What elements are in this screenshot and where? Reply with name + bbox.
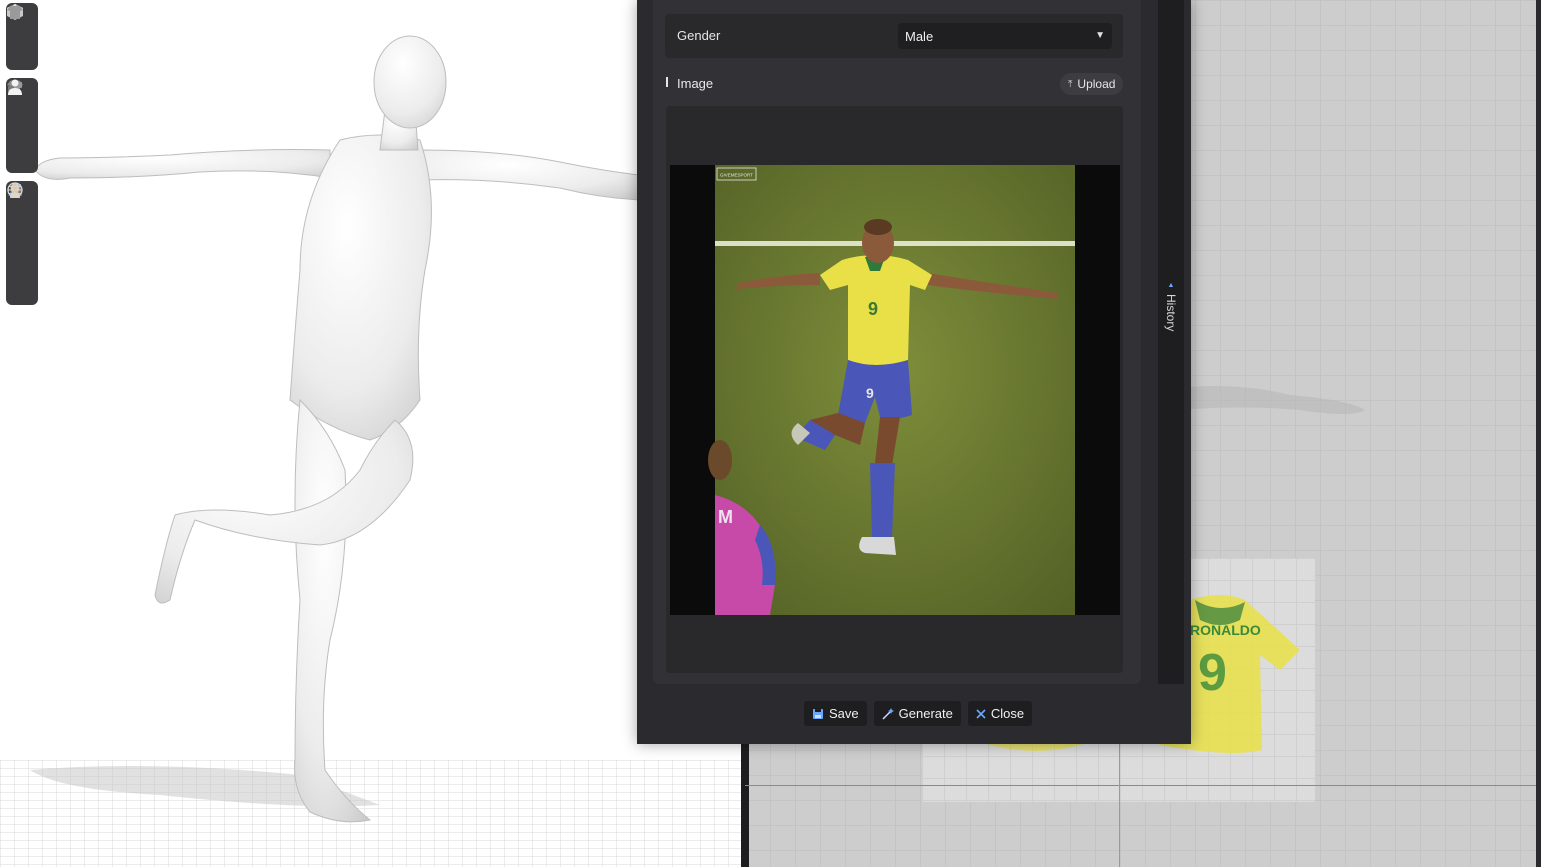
save-button-label: Save [829, 706, 859, 721]
toolbar-group-1 [6, 3, 38, 70]
upload-icon: ⤒ [1068, 78, 1073, 90]
svg-text:M: M [718, 507, 733, 527]
dialog-content-panel: Gender Male ▼ Image ⤒ Upload GIVEMESPORT… [653, 0, 1141, 684]
viewport-right-edge [1536, 0, 1541, 867]
svg-text:9: 9 [868, 299, 878, 319]
toolbar-group-3 [6, 181, 38, 305]
generate-button-label: Generate [898, 706, 953, 721]
section-marker [666, 77, 668, 87]
jersey-name-text: RONALDO [1190, 622, 1261, 638]
uploaded-image[interactable]: GIVEMESPORT 9 9 M [670, 165, 1120, 615]
axis-horizontal [745, 785, 1536, 786]
close-icon [976, 708, 986, 719]
jersey-number-text: 9 [1198, 644, 1227, 702]
gender-row: Gender Male ▼ [665, 14, 1123, 58]
close-button[interactable]: Close [967, 701, 1033, 726]
generate-button[interactable]: Generate [873, 701, 961, 726]
gender-select[interactable]: Male ▼ [898, 23, 1112, 49]
history-panel-strip[interactable]: ▲ History [1158, 0, 1184, 684]
save-button[interactable]: Save [804, 701, 867, 726]
image-section-title: Image [677, 76, 714, 91]
fabric-icon[interactable] [8, 82, 35, 137]
gender-label: Gender [677, 28, 721, 43]
toolbar-group-2 [6, 78, 38, 173]
pitch-line [715, 241, 1075, 246]
skin-icon[interactable] [9, 183, 35, 268]
axis-vertical [1119, 744, 1120, 867]
garment-icon[interactable] [7, 5, 35, 62]
upload-button-label: Upload [1077, 77, 1116, 91]
watermark-text: GIVEMESPORT [720, 173, 753, 178]
save-icon [812, 708, 824, 720]
avatar-mannequin[interactable] [34, 35, 641, 823]
avatar-scene [0, 35, 745, 867]
history-toggle[interactable]: ▲ History [1162, 282, 1180, 331]
history-label: History [1164, 294, 1178, 332]
caret-icon: ▲ [1167, 282, 1175, 289]
football-photo: GIVEMESPORT 9 9 M [708, 165, 1075, 615]
magic-wand-icon [882, 707, 894, 720]
dialog-footer: Save Generate Close [804, 701, 1033, 726]
chevron-down-icon: ▼ [1095, 30, 1105, 41]
avatar-3d-viewport[interactable] [0, 0, 745, 867]
gender-select-value: Male [905, 29, 934, 44]
image-preview-well: GIVEMESPORT 9 9 M [666, 106, 1123, 673]
avatar-icon[interactable] [8, 79, 35, 165]
image-to-avatar-dialog: Gender Male ▼ Image ⤒ Upload GIVEMESPORT… [637, 0, 1191, 744]
svg-text:9: 9 [866, 385, 874, 401]
pattern-icon[interactable] [8, 185, 35, 240]
close-button-label: Close [990, 706, 1025, 721]
globe-icon[interactable] [7, 182, 35, 296]
upload-button[interactable]: ⤒ Upload [1060, 73, 1124, 95]
